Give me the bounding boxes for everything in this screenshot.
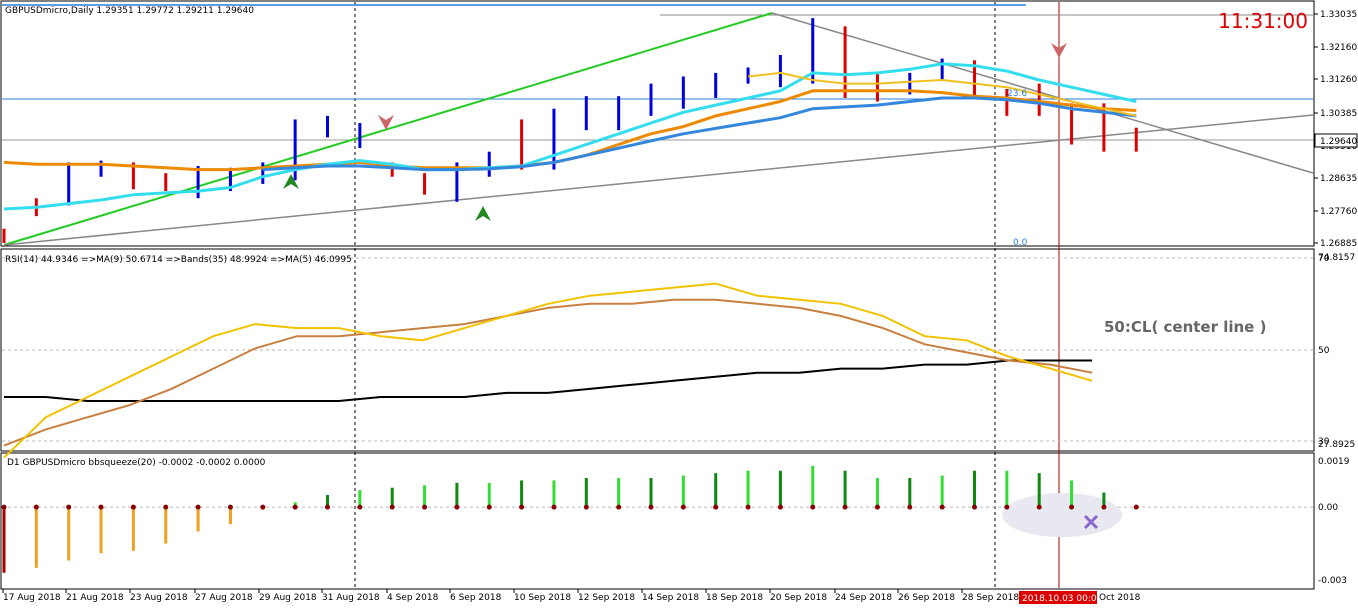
price-tick-label: 1.31260: [1320, 75, 1357, 85]
price-tick-label: 1.27760: [1320, 207, 1357, 217]
time-label: 4 Sep 2018: [387, 593, 439, 603]
squeeze-dot: [745, 504, 751, 510]
squeeze-dot: [648, 504, 654, 510]
rsi-tick-label: 50: [1318, 346, 1330, 356]
squeeze-tick-label: -0.003: [1318, 576, 1347, 586]
squeeze-dot: [486, 504, 492, 510]
squeeze-dot: [454, 504, 460, 510]
squeeze-dot: [325, 504, 330, 510]
time-label: 31 Aug 2018: [322, 593, 380, 603]
time-label: 17 Aug 2018: [3, 593, 61, 603]
squeeze-dot: [680, 504, 686, 510]
time-label: 24 Sep 2018: [835, 593, 892, 603]
price-tick-label: 1.30385: [1320, 109, 1357, 119]
time-label: 14 Sep 2018: [642, 593, 699, 603]
squeeze-dot: [616, 504, 622, 510]
squeeze-dot: [842, 504, 848, 510]
squeeze-dot: [66, 504, 72, 510]
squeeze-dot: [939, 504, 945, 510]
fib-0-label: 0.0: [1013, 238, 1028, 248]
time-label: 29 Aug 2018: [259, 593, 317, 603]
squeeze-dot: [874, 504, 880, 510]
squeeze-dot: [292, 504, 298, 510]
price-tick-label: 1.32160: [1320, 43, 1357, 53]
price-tick-label: 1.33035: [1320, 10, 1357, 20]
current-price-label: 1.29640: [1320, 137, 1357, 147]
squeeze-label: D1 GBPUSDmicro bbsqueeze(20) -0.0002 -0.…: [7, 458, 266, 468]
rsi-tick-label: 27.8925: [1318, 440, 1355, 450]
price-pane[interactable]: [0, 0, 1315, 247]
time-label: 26 Sep 2018: [898, 593, 955, 603]
squeeze-dot: [1133, 504, 1139, 510]
squeeze-dot: [1004, 504, 1010, 510]
squeeze-dot: [907, 504, 913, 510]
time-label: 21 Aug 2018: [66, 593, 124, 603]
time-label: 10 Sep 2018: [514, 593, 571, 603]
time-label: 18 Sep 2018: [706, 593, 763, 603]
squeeze-tick-label: 0.00: [1318, 503, 1338, 513]
time-label: 28 Sep 2018: [962, 593, 1019, 603]
trading-chart[interactable]: 23.6 0.0 1.33035 1.32160 1.31260 1.30385 1.29…: [0, 0, 1358, 608]
time-label: 23 Aug 2018: [130, 593, 188, 603]
price-tick-label: 1.28635: [1320, 174, 1357, 184]
price-tick-label: 1.26885: [1320, 239, 1357, 249]
squeeze-dot: [777, 504, 783, 510]
time-label: Oct 2018: [1099, 593, 1141, 603]
clock-text: 11:31:00: [1218, 9, 1308, 33]
squeeze-dot: [1036, 504, 1042, 510]
squeeze-dot: [810, 504, 816, 510]
fib-236-label: 23.6: [1007, 89, 1027, 99]
squeeze-dot: [130, 504, 136, 510]
squeeze-dot: [972, 504, 977, 510]
rsi-label: RSI(14) 44.9346 =>MA(9) 50.6714 =>Bands(…: [5, 255, 352, 265]
squeeze-dot: [1, 504, 7, 510]
time-label: 6 Sep 2018: [450, 593, 502, 603]
squeeze-dot: [98, 504, 104, 510]
rsi-annotation: 50:CL( center line ): [1104, 318, 1266, 336]
time-label: 27 Aug 2018: [195, 593, 253, 603]
squeeze-dot: [1101, 504, 1107, 510]
rsi-tick-label: 70: [1318, 254, 1330, 264]
squeeze-tick-label: 0.0019: [1318, 457, 1350, 467]
squeeze-dot: [260, 504, 266, 510]
squeeze-dot: [713, 504, 719, 510]
squeeze-dot: [227, 504, 233, 510]
symbol-info: GBPUSDmicro,Daily 1.29351 1.29772 1.2921…: [5, 6, 254, 16]
time-label: 12 Sep 2018: [578, 593, 635, 603]
time-highlight-label: 2018.10.03 00:00: [1022, 594, 1103, 604]
squeeze-dot: [163, 504, 169, 510]
squeeze-dot: [583, 504, 589, 510]
squeeze-dot: [422, 504, 428, 510]
squeeze-dot: [551, 504, 557, 510]
squeeze-dot: [519, 504, 525, 510]
squeeze-dot: [389, 504, 395, 510]
squeeze-dot: [357, 504, 363, 510]
squeeze-dot: [195, 504, 201, 510]
squeeze-dot: [1069, 504, 1075, 510]
time-label: 20 Sep 2018: [770, 593, 827, 603]
squeeze-dot: [33, 504, 39, 510]
